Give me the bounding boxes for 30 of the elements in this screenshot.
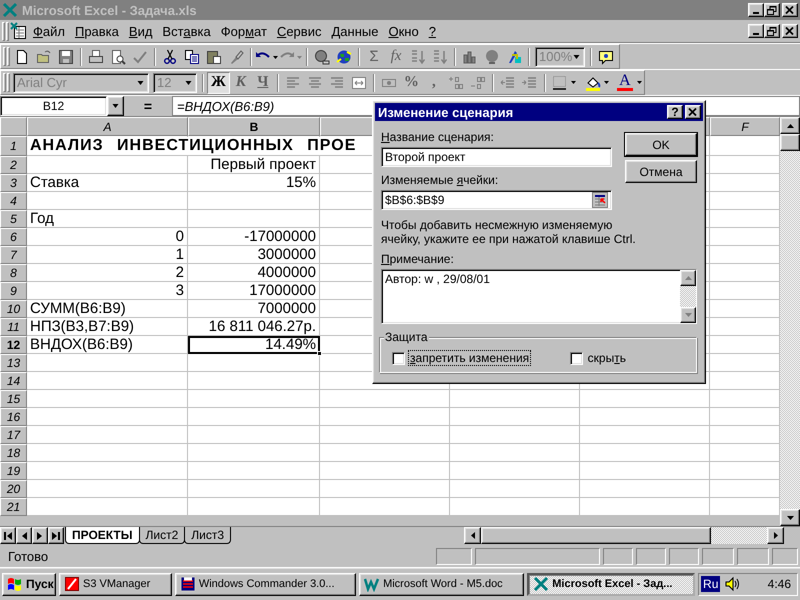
table-cell: 2 xyxy=(27,264,188,282)
sheet-title: АНАЛИЗ ИНВЕСТИЦИОННЫХ ПРОЕ xyxy=(30,136,356,154)
table-cell: Первый проект xyxy=(188,156,320,174)
table-cell: 7000000 xyxy=(188,300,320,318)
table-cell: 3 xyxy=(27,282,188,300)
status-text: Готово xyxy=(7,549,50,564)
table-cell: 4000000 xyxy=(188,264,320,282)
field-label: Примечание: xyxy=(381,252,454,266)
table-cell: 15% xyxy=(188,174,320,192)
table-cell: -17000000 xyxy=(188,228,320,246)
field-value: $B$6:$B$9 xyxy=(385,193,444,207)
dialog-title: Изменение сценария xyxy=(378,104,514,120)
window-title: Microsoft Excel - Задача.xls xyxy=(22,2,198,18)
clock: 4:46 xyxy=(768,577,792,591)
table-cell: НПЗ(B3,B7:B9) xyxy=(27,318,188,336)
hint-text: Чтобы добавить несмежную изменяемую ячейку, укажите ее при нажатой клавише Ctrl. xyxy=(381,218,636,246)
group-title: Защита xyxy=(384,330,429,344)
table-cell: Ставка xyxy=(27,174,188,192)
table-cell: 3000000 xyxy=(188,246,320,264)
table-cell: 1 xyxy=(27,246,188,264)
field-label: Название сценария: xyxy=(381,130,494,144)
table-cell: СУММ(B6:B9) xyxy=(27,300,188,318)
equals-sign: = xyxy=(142,97,154,116)
table-cell: 0 xyxy=(27,228,188,246)
table-cell: Год xyxy=(27,210,188,228)
table-cell: 16 811 046.27р. xyxy=(188,318,320,336)
field-value: Автор: w , 29/08/01 xyxy=(384,271,491,288)
table-cell: 17000000 xyxy=(188,282,320,300)
field-label: Изменяемые ячейки: xyxy=(381,173,498,187)
table-cell: ВНДОХ(B6:B9) xyxy=(27,336,188,354)
